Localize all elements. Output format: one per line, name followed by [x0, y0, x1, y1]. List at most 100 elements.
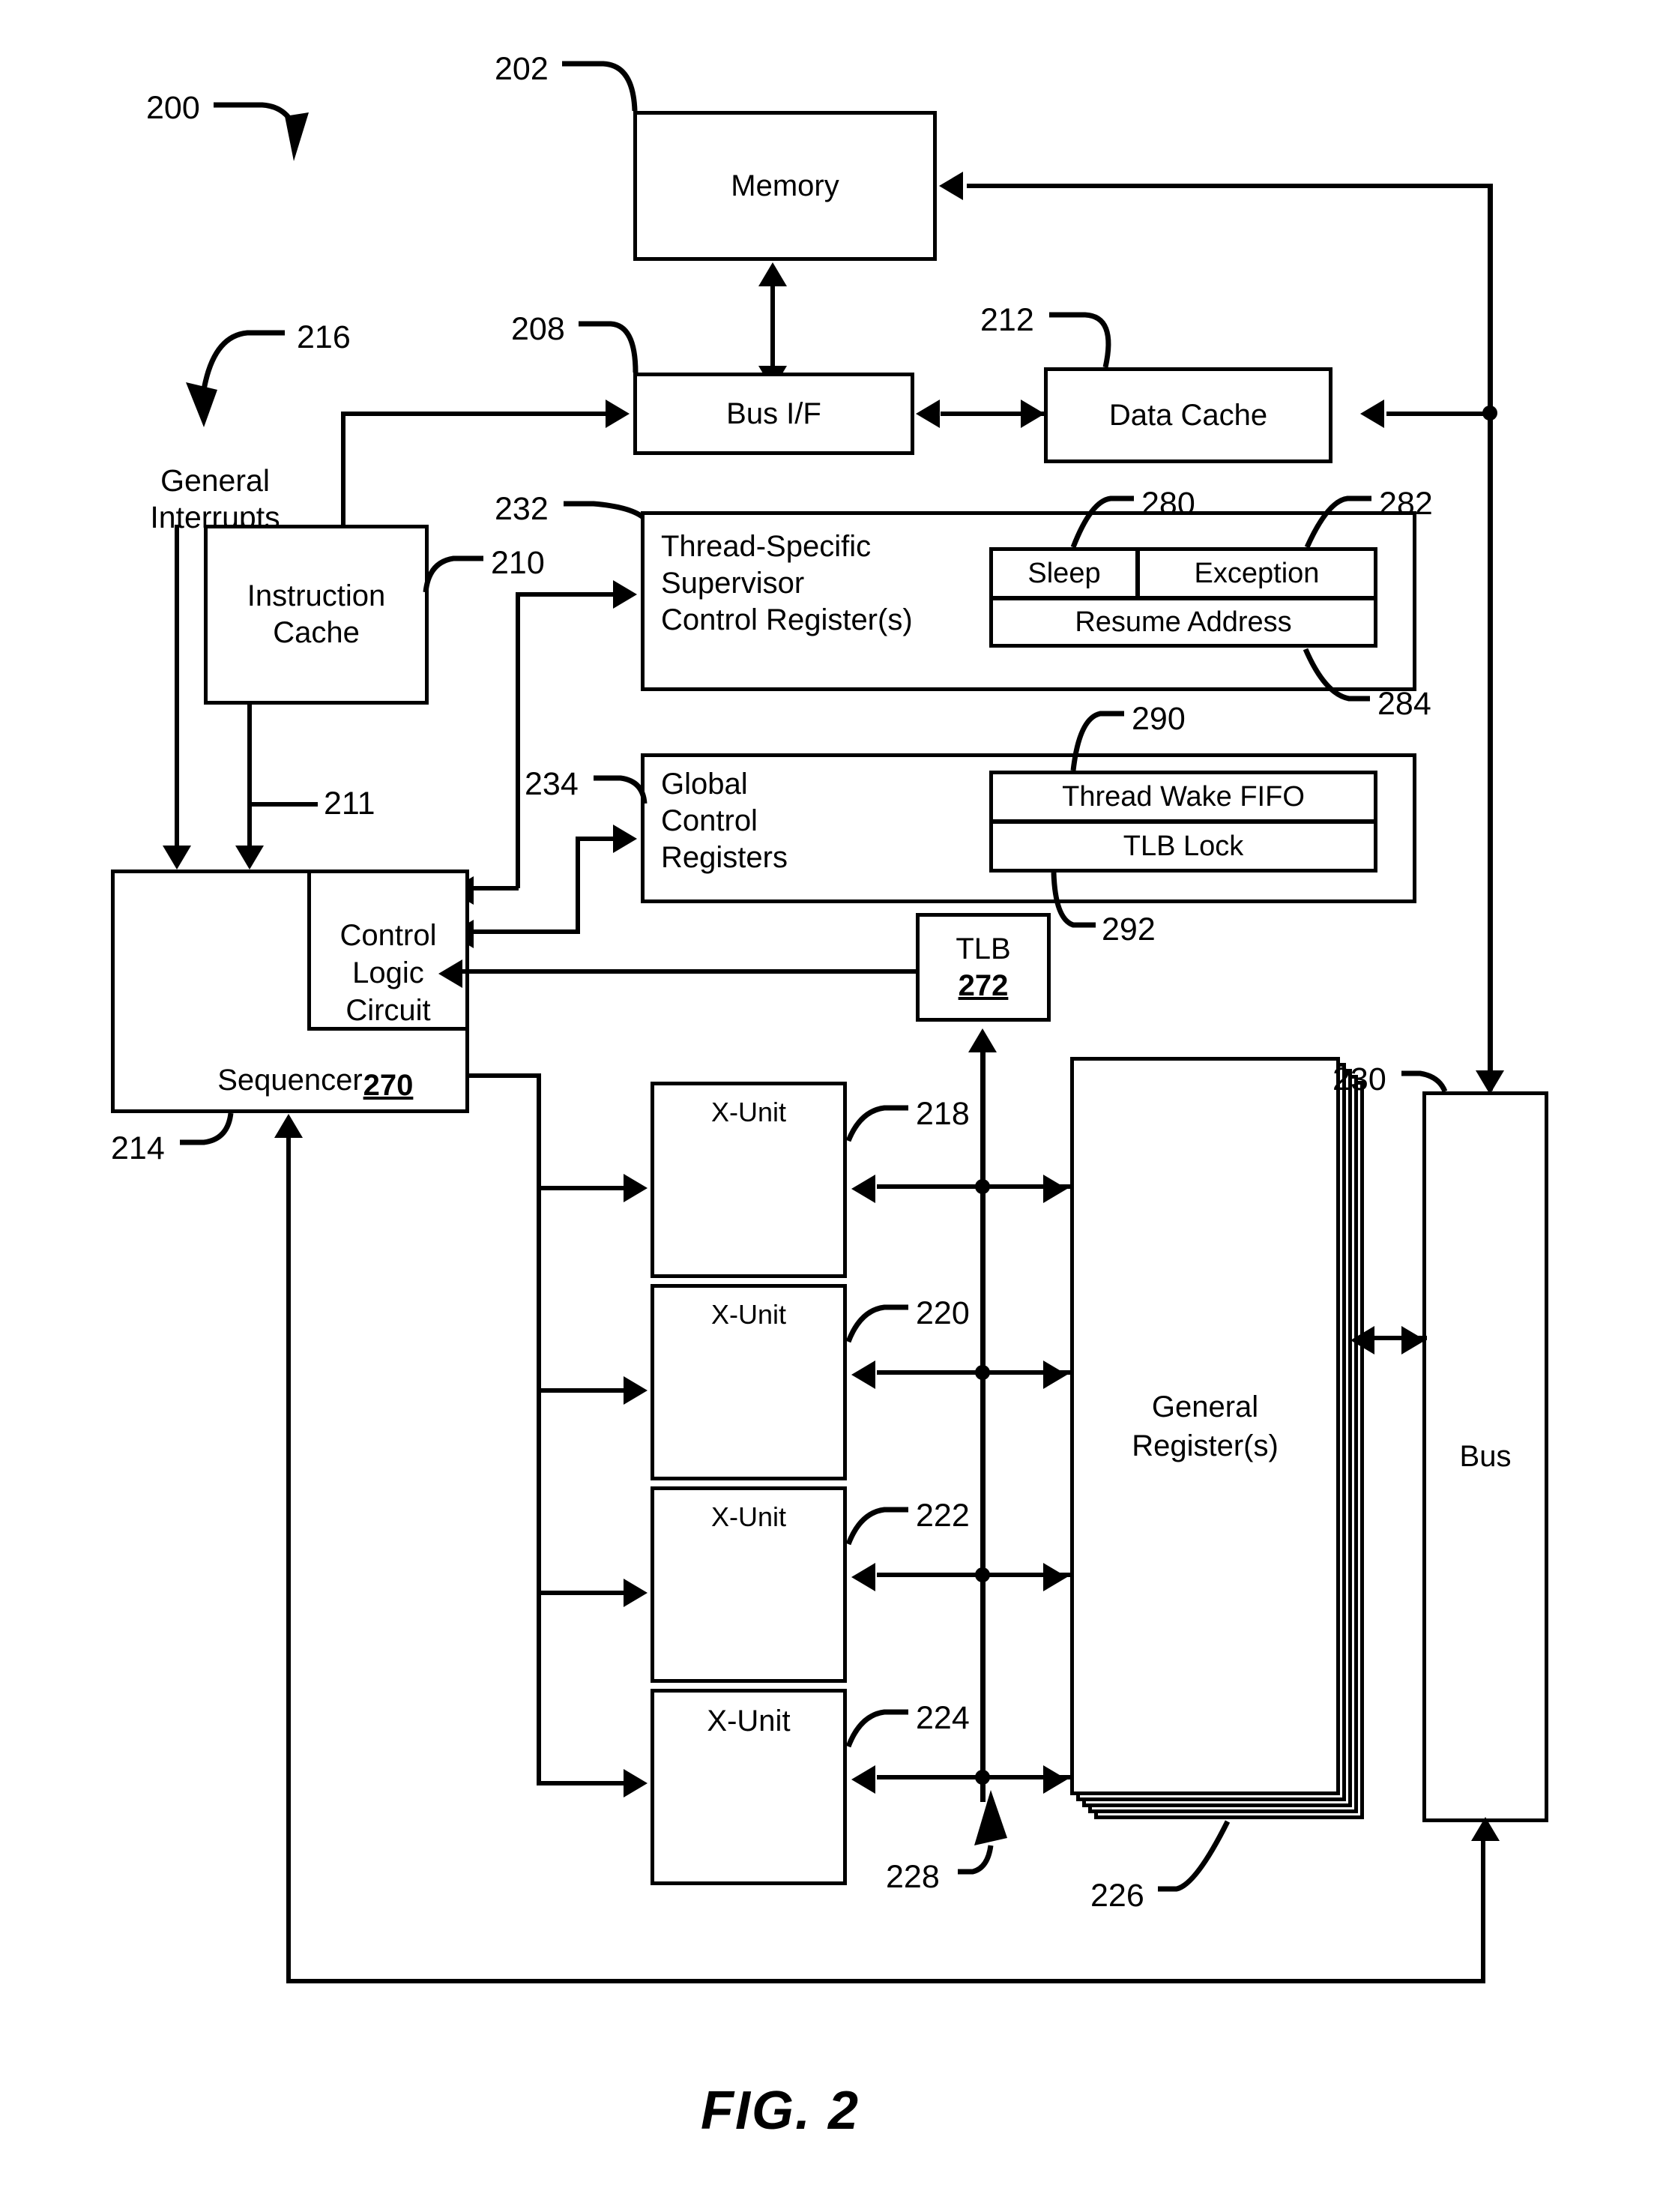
xunit-gpr-row2-left: [851, 1360, 875, 1389]
xunit-gpr-row4-right: [1043, 1765, 1067, 1794]
ref-214: 214: [111, 1130, 165, 1166]
ref-292: 292: [1102, 911, 1156, 947]
xunit-gpr-row4: [877, 1775, 1072, 1779]
tsr-in-arrow: [613, 580, 637, 609]
xunit-gpr-row4-left: [851, 1765, 875, 1794]
x-unit-220-label: X-Unit: [710, 1299, 787, 1330]
ref-230: 230: [1332, 1061, 1386, 1097]
ref-284: 284: [1377, 686, 1431, 722]
control-logic-circuit-label: Control Logic Circuit 270: [340, 879, 437, 1104]
xunit-gpr-row2-dot: [975, 1365, 990, 1380]
memory-busif-arrow-up: [758, 262, 787, 286]
control-logic-circuit-block: Control Logic Circuit 270: [307, 870, 469, 1102]
bottom-feedback-arrow-sequencer: [274, 1114, 303, 1138]
xunit-gpr-row1-right: [1043, 1175, 1067, 1203]
sleep-label: Sleep: [1027, 557, 1101, 589]
ref-282: 282: [1379, 486, 1433, 522]
general-registers-label: General Register(s): [1132, 1390, 1279, 1462]
ref-200: 200: [146, 90, 200, 126]
memory-busif-line: [770, 286, 775, 369]
gcr-in-arrow: [613, 825, 637, 853]
ref-210: 210: [491, 545, 545, 581]
seq-fanout-h2: [537, 1388, 625, 1393]
ref-232: 232: [495, 491, 549, 527]
busif-datacache-arrow-left: [916, 400, 940, 428]
ref-220: 220: [916, 1295, 970, 1331]
ref-218: 218: [916, 1096, 970, 1132]
seq-to-xunit-222-arrow: [624, 1579, 648, 1607]
data-cache-label: Data Cache: [1108, 398, 1268, 432]
xunit-gpr-row2: [877, 1370, 1072, 1375]
data-cache-block: Data Cache: [1044, 367, 1332, 463]
seq-fanout-vline: [537, 1073, 541, 1785]
cl-tlb-line: [461, 969, 956, 974]
instruction-cache-label: Instruction Cache: [247, 579, 386, 649]
x-unit-220-block: X-Unit: [651, 1284, 847, 1480]
datacache-feed-arrow: [1360, 400, 1384, 428]
thread-specific-regs-label: Thread-Specific Supervisor Control Regis…: [661, 530, 913, 636]
busif-in-hline: [341, 412, 607, 416]
xunit-gpr-row3-right: [1043, 1563, 1067, 1591]
bus-if-label: Bus I/F: [726, 397, 821, 430]
tlb-label-wrap: TLB 272: [956, 931, 1010, 1004]
tsr-in-hline: [516, 592, 615, 597]
resume-address-block: Resume Address: [989, 597, 1377, 648]
right-bus-junction-dot: [1482, 406, 1497, 421]
busif-datacache-arrow-right: [1021, 400, 1045, 428]
xunit-gpr-row3-left: [851, 1563, 875, 1591]
thread-wake-fifo-label: Thread Wake FIFO: [1062, 780, 1305, 813]
icache-out-arrow: [235, 846, 264, 870]
seq-to-xunit-220-arrow: [624, 1376, 648, 1405]
ref-234: 234: [525, 766, 579, 802]
ref-211-tick: [252, 802, 318, 807]
ref-216: 216: [297, 319, 351, 355]
tlb-lock-block: TLB Lock: [989, 820, 1377, 873]
xunit-gpr-row3-dot: [975, 1567, 990, 1582]
tlb-ref: 272: [958, 968, 1009, 1002]
tlb-lock-label: TLB Lock: [1123, 830, 1244, 862]
control-logic-ref: 270: [363, 1069, 414, 1102]
tlb-text: TLB: [956, 932, 1011, 965]
busif-in-arrow: [606, 400, 630, 428]
seq-fanout-h3: [537, 1591, 625, 1595]
bus-if-block: Bus I/F: [633, 373, 914, 455]
general-registers-block: General Register(s): [1070, 1057, 1340, 1795]
bus-block: Bus: [1422, 1091, 1548, 1822]
x-unit-218-label: X-Unit: [710, 1097, 787, 1127]
tsr-in-vline: [516, 592, 520, 888]
bottom-feedback-vline-left: [286, 1138, 291, 1982]
ref-212: 212: [980, 302, 1034, 338]
x-unit-222-label: X-Unit: [710, 1501, 787, 1532]
xunit-gpr-row1: [877, 1184, 1072, 1189]
tsr-to-cl-hline: [472, 886, 519, 890]
seq-fanout-h1: [537, 1186, 625, 1190]
icache-out-vline: [247, 705, 252, 849]
resume-address-label: Resume Address: [1075, 606, 1292, 638]
gcr-in-hline: [576, 837, 615, 841]
global-control-regs-label: Global Control Registers: [661, 768, 788, 874]
ref-208: 208: [511, 311, 565, 347]
cl-tlb-arrow-left: [438, 959, 462, 988]
xunit-spine-vline: [980, 1052, 986, 1802]
bottom-feedback-hline: [286, 1979, 1485, 1983]
seq-to-xunit-224-arrow: [624, 1769, 648, 1797]
gpr-bus-arrow-right: [1401, 1326, 1425, 1354]
seq-to-xunit-218-arrow: [624, 1174, 648, 1202]
memory-block: Memory: [633, 111, 937, 261]
ref-280: 280: [1141, 486, 1195, 522]
gcr-out-hline: [472, 929, 579, 934]
bus-label: Bus: [1459, 1440, 1512, 1474]
xunit-spine-arrow-up: [968, 1028, 997, 1052]
xunit-gpr-row3: [877, 1573, 1072, 1577]
xunit-gpr-row1-left: [851, 1175, 875, 1203]
general-interrupts-arrow: [163, 846, 191, 870]
thread-wake-fifo-block: Thread Wake FIFO: [989, 771, 1377, 823]
ref-290: 290: [1132, 701, 1186, 737]
bottom-feedback-arrow-bus: [1471, 1817, 1500, 1841]
figure-caption: FIG. 2: [701, 2081, 860, 2141]
ref-211: 211: [324, 786, 375, 822]
memory-feed-arrow: [939, 172, 963, 200]
x-unit-224-label: X-Unit: [707, 1705, 791, 1738]
ref-226: 226: [1090, 1878, 1144, 1914]
exception-label: Exception: [1194, 557, 1320, 589]
